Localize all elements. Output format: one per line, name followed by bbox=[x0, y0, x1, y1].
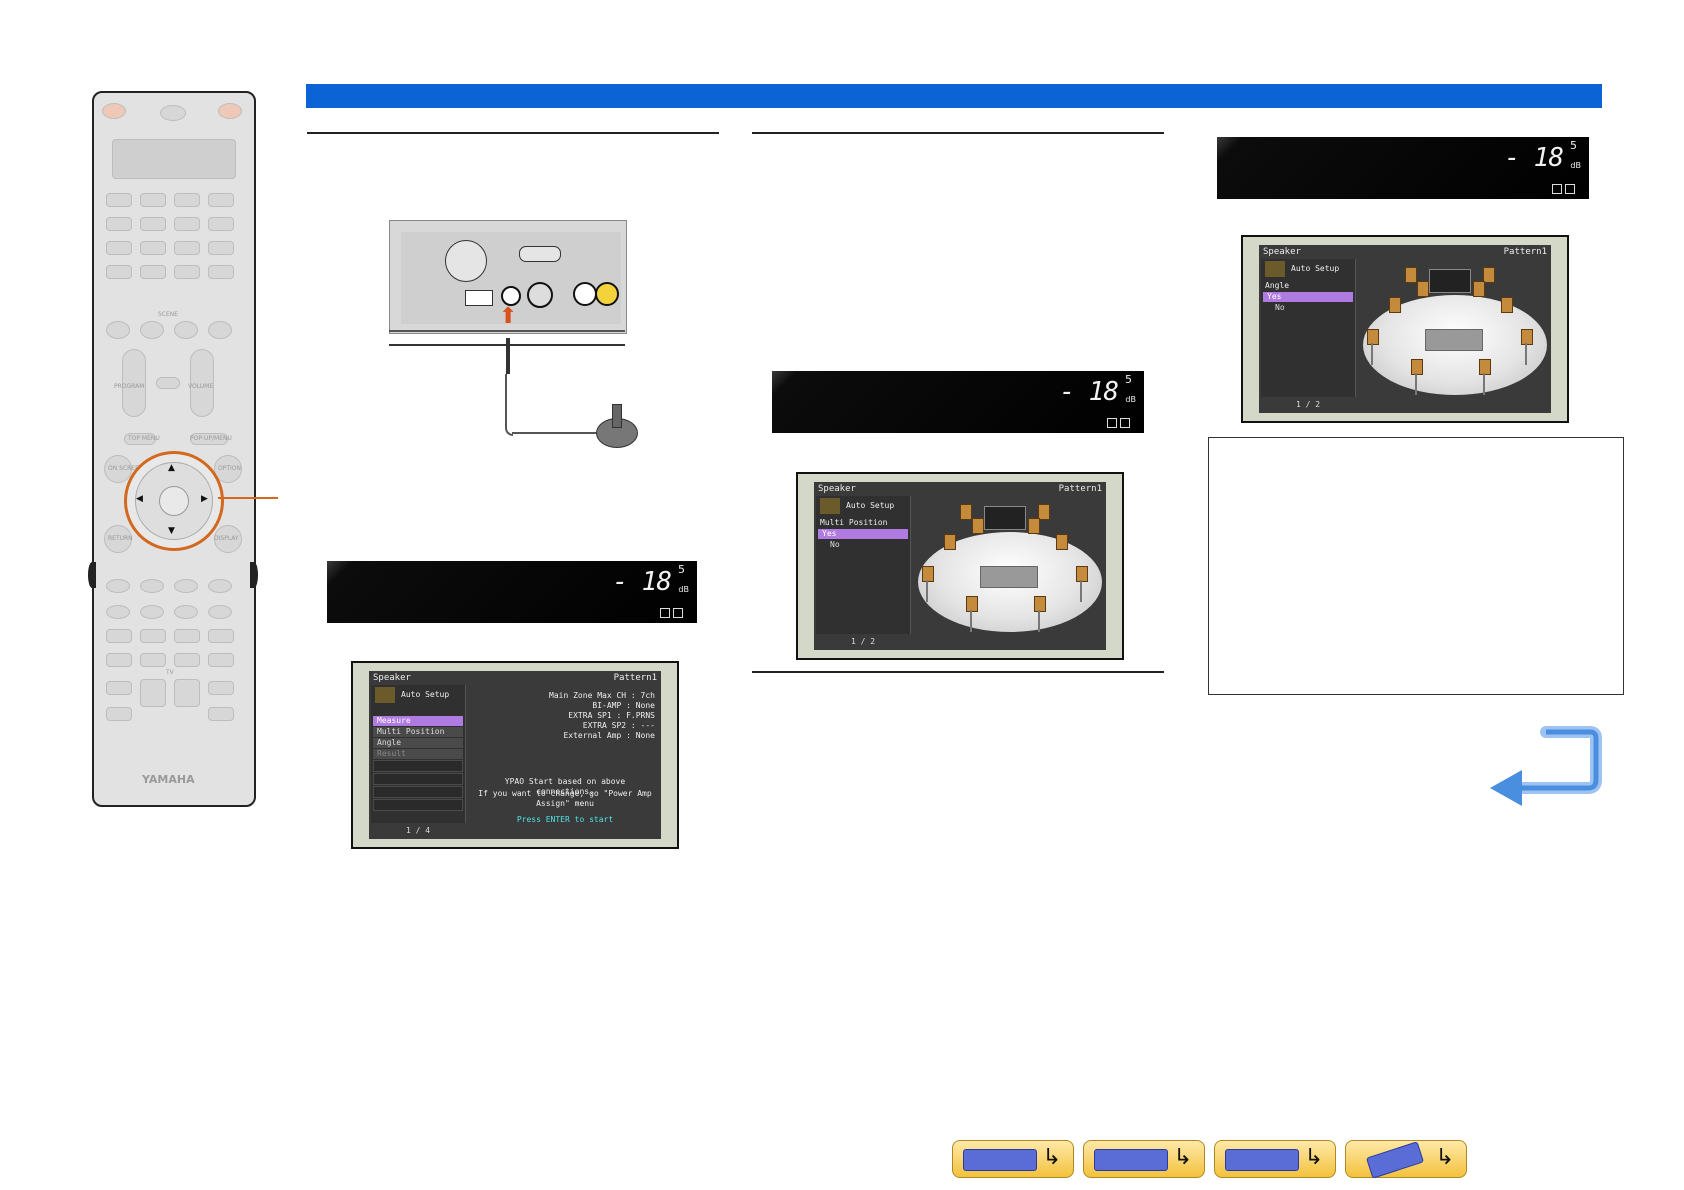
osd-menu: Auto Setup Angle Yes No bbox=[1261, 259, 1356, 397]
left-arrow-icon: ◀ bbox=[136, 494, 143, 504]
osd-section: Multi Position bbox=[820, 518, 888, 527]
nav-rear-panel-tab[interactable]: ↳ bbox=[1214, 1140, 1336, 1178]
return-arrow-icon[interactable] bbox=[1486, 724, 1606, 808]
front-display-value: - 18 bbox=[1059, 377, 1119, 407]
auto-setup-icon bbox=[375, 687, 395, 703]
front-display-unit: dB bbox=[1125, 395, 1136, 404]
osd-measure-screen: Speaker Pattern1 Auto Setup Measure Mult… bbox=[351, 661, 679, 849]
speaker-layout-diagram bbox=[914, 496, 1104, 634]
osd-heading: Auto Setup bbox=[1291, 264, 1340, 273]
remote-lcd bbox=[112, 139, 236, 179]
yamaha-logo: YAMAHA bbox=[142, 773, 195, 786]
remote-control-illustration: SCENE PROGRAM VOLUME TOP MENU POP-UP/MEN… bbox=[92, 91, 256, 807]
source-button bbox=[160, 105, 186, 121]
auto-setup-icon bbox=[1265, 261, 1285, 277]
tv-label: TV bbox=[166, 669, 174, 676]
note-box bbox=[1208, 437, 1624, 695]
menu-item-measure[interactable]: Measure bbox=[373, 716, 463, 726]
right-arrow-icon: ▶ bbox=[201, 494, 208, 504]
menu-item-result[interactable]: Result bbox=[373, 749, 463, 759]
osd-menu: Auto Setup Measure Multi Position Angle … bbox=[371, 685, 466, 823]
osd-multi-position-screen: Speaker Pattern1 Auto Setup Multi Positi… bbox=[796, 472, 1124, 660]
jump-arrow-icon: ↳ bbox=[1173, 1145, 1192, 1170]
config-extra-sp1: EXTRA SP1 : F.PRNS bbox=[568, 711, 655, 720]
config-extra-sp2: EXTRA SP2 : --- bbox=[582, 721, 655, 730]
callout-line bbox=[218, 497, 278, 499]
front-display-2: - 18 5 dB bbox=[772, 371, 1144, 433]
osd-title-right: Pattern1 bbox=[1503, 247, 1547, 257]
down-arrow-icon: ▼ bbox=[168, 526, 175, 536]
column2-bottom-rule bbox=[752, 671, 1164, 673]
header-bar bbox=[306, 84, 1602, 108]
option-yes[interactable]: Yes bbox=[1263, 292, 1353, 302]
option-no[interactable]: No bbox=[818, 540, 908, 550]
auto-setup-icon bbox=[820, 498, 840, 514]
option-label: OPTION bbox=[218, 465, 241, 472]
osd-page-indicator: 1 / 2 bbox=[1295, 400, 1321, 409]
cursor-pad-highlight: ▲ ▼ ◀ ▶ bbox=[124, 451, 224, 551]
program-label: PROGRAM bbox=[114, 383, 145, 390]
config-bi-amp: BI-AMP : None bbox=[592, 701, 655, 710]
power-button-right bbox=[218, 103, 242, 119]
config-max-ch: Main Zone Max CH : 7ch bbox=[549, 691, 655, 700]
column2-rule bbox=[752, 132, 1164, 134]
speaker-layout-diagram bbox=[1359, 259, 1549, 397]
enter-button bbox=[159, 486, 189, 516]
mute-button bbox=[156, 377, 180, 389]
nav-remote-tab[interactable]: ↳ bbox=[1345, 1140, 1467, 1179]
front-display-decimal: 5 bbox=[678, 563, 685, 576]
osd-menu: Auto Setup Multi Position Yes No bbox=[816, 496, 911, 634]
osd-title-left: Speaker bbox=[373, 673, 411, 683]
front-display-value: - 18 bbox=[612, 567, 672, 597]
osd-heading: Auto Setup bbox=[846, 501, 895, 510]
display-label: DISPLAY bbox=[214, 535, 239, 542]
osd-title-right: Pattern1 bbox=[1058, 484, 1102, 494]
jump-arrow-icon: ↳ bbox=[1304, 1145, 1323, 1170]
receiver-icon bbox=[963, 1149, 1037, 1171]
osd-title-right: Pattern1 bbox=[613, 673, 657, 683]
remote-icon bbox=[1365, 1141, 1425, 1179]
osd-heading: Auto Setup bbox=[401, 690, 450, 699]
osd-page-indicator: 1 / 2 bbox=[850, 637, 876, 646]
mic-cable bbox=[505, 374, 513, 436]
mic-plug bbox=[506, 338, 510, 374]
front-display-decimal: 5 bbox=[1125, 373, 1132, 386]
return-label: RETURN bbox=[108, 535, 133, 542]
scene-label: SCENE bbox=[158, 311, 179, 318]
popup-menu-label: POP-UP/MENU bbox=[190, 435, 232, 442]
osd-page-indicator: 1 / 4 bbox=[405, 826, 431, 835]
config-external-amp: External Amp : None bbox=[563, 731, 655, 740]
top-menu-label: TOP MENU bbox=[128, 435, 160, 442]
insert-arrow-icon: ⬆ bbox=[499, 304, 518, 329]
osd-note-2: If you want to change, go "Power Amp Ass… bbox=[478, 789, 652, 808]
menu-item-multi-position[interactable]: Multi Position bbox=[373, 727, 463, 737]
osd-angle-screen: Speaker Pattern1 Auto Setup Angle Yes No… bbox=[1241, 235, 1569, 423]
osd-section: Angle bbox=[1265, 281, 1290, 290]
front-display-unit: dB bbox=[1570, 161, 1581, 170]
menu-item-angle[interactable]: Angle bbox=[373, 738, 463, 748]
option-no[interactable]: No bbox=[1263, 303, 1353, 313]
jump-arrow-icon: ↳ bbox=[1042, 1145, 1061, 1170]
osd-title-left: Speaker bbox=[1263, 247, 1301, 257]
front-display-unit: dB bbox=[678, 585, 689, 594]
front-panel-icon bbox=[1094, 1149, 1168, 1171]
volume-label: VOLUME bbox=[188, 383, 214, 390]
jump-arrow-icon: ↳ bbox=[1435, 1145, 1454, 1170]
power-button-left bbox=[102, 103, 126, 119]
usb-port bbox=[465, 290, 493, 306]
front-display-decimal: 5 bbox=[1570, 139, 1577, 152]
ypao-mic-jack bbox=[501, 286, 521, 306]
front-display-value: - 18 bbox=[1504, 143, 1564, 173]
nav-front-panel-tab[interactable]: ↳ bbox=[1083, 1140, 1205, 1178]
osd-config-panel: Main Zone Max CH : 7ch BI-AMP : None EXT… bbox=[469, 685, 659, 824]
option-yes[interactable]: Yes bbox=[818, 529, 908, 539]
column1-rule bbox=[307, 132, 719, 134]
osd-prompt: Press ENTER to start bbox=[516, 815, 614, 824]
up-arrow-icon: ▲ bbox=[168, 463, 175, 473]
nav-receiver-tab[interactable]: ↳ bbox=[952, 1140, 1074, 1178]
front-display-3: - 18 5 dB bbox=[1217, 137, 1589, 199]
osd-title-left: Speaker bbox=[818, 484, 856, 494]
rear-panel-icon bbox=[1225, 1149, 1299, 1171]
front-display-1: - 18 5 dB bbox=[327, 561, 697, 623]
